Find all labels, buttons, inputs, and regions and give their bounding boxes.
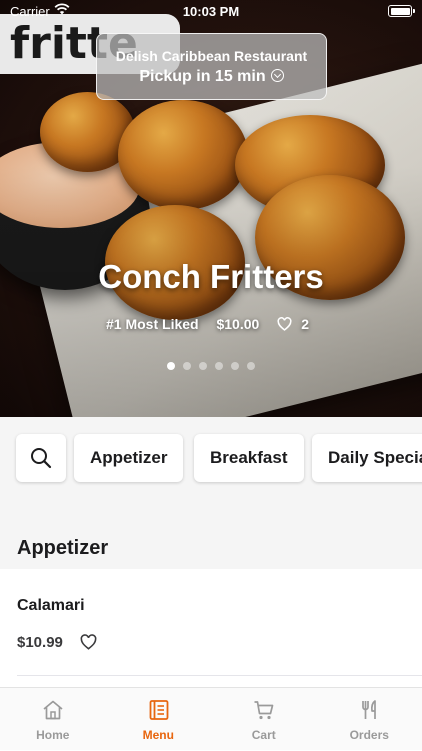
cart-icon xyxy=(252,698,276,722)
carousel-indicator[interactable] xyxy=(0,357,422,375)
heart-icon[interactable] xyxy=(80,634,97,650)
search-icon xyxy=(29,446,53,470)
carousel-dot[interactable] xyxy=(247,362,255,370)
tab-bar: Home Menu Cart Orders xyxy=(0,687,422,750)
category-chip-appetizer[interactable]: Appetizer xyxy=(74,434,183,482)
battery-icon xyxy=(388,5,412,17)
tab-label: Cart xyxy=(211,728,317,742)
carousel-dot[interactable] xyxy=(183,362,191,370)
tab-cart[interactable]: Cart xyxy=(211,688,317,751)
home-icon xyxy=(41,698,65,722)
tab-label: Orders xyxy=(317,728,422,742)
section-title: Appetizer xyxy=(17,537,108,560)
carousel-dot[interactable] xyxy=(215,362,223,370)
item-price: $10.99 xyxy=(17,634,63,651)
clock: 10:03 PM xyxy=(0,4,422,19)
fork-knife-icon xyxy=(358,698,382,722)
restaurant-name: Delish Caribbean Restaurant xyxy=(97,48,326,64)
category-bar: Appetizer Breakfast Daily Special xyxy=(0,417,422,499)
dish-meta: #1 Most Liked $10.00 2 xyxy=(0,316,422,332)
like-count-value: 2 xyxy=(301,316,309,332)
category-chip-daily-special[interactable]: Daily Special xyxy=(312,434,422,482)
chevron-down-circle-icon xyxy=(271,69,284,82)
tab-orders[interactable]: Orders xyxy=(317,688,422,751)
dish-title: Conch Fritters xyxy=(0,258,422,296)
carousel-dot[interactable] xyxy=(167,362,175,370)
pickup-selector[interactable]: Delish Caribbean Restaurant Pickup in 15… xyxy=(96,33,327,100)
dish-badge: #1 Most Liked xyxy=(106,316,199,332)
menu-book-icon xyxy=(147,698,171,722)
tab-menu[interactable]: Menu xyxy=(106,688,212,751)
hero-image[interactable]: fritte Carrier 10:03 PM Delish Caribbean… xyxy=(0,0,422,417)
category-chip-breakfast[interactable]: Breakfast xyxy=(194,434,304,482)
carousel-dot[interactable] xyxy=(199,362,207,370)
divider xyxy=(17,675,422,676)
pickup-time-label: Pickup in 15 min xyxy=(139,68,265,85)
dish-price: $10.00 xyxy=(216,316,259,332)
item-name: Calamari xyxy=(17,597,85,615)
status-bar: Carrier 10:03 PM xyxy=(0,0,422,22)
tab-label: Home xyxy=(0,728,106,742)
search-button[interactable] xyxy=(16,434,66,482)
tab-label: Menu xyxy=(106,728,212,742)
pickup-time: Pickup in 15 min xyxy=(97,68,326,86)
like-count[interactable]: 2 xyxy=(277,316,316,332)
heart-icon xyxy=(277,317,292,331)
tab-home[interactable]: Home xyxy=(0,688,106,751)
carousel-dot[interactable] xyxy=(231,362,239,370)
